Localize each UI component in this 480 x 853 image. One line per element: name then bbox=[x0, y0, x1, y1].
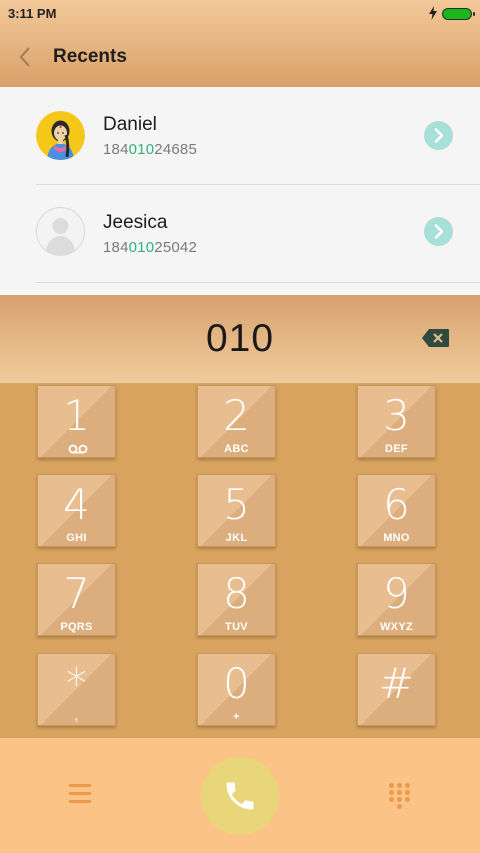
key-digit: 4 bbox=[63, 480, 90, 529]
key-8[interactable]: 8 TUV bbox=[197, 563, 276, 636]
key-letters: + bbox=[233, 711, 240, 723]
key-letters: DEF bbox=[385, 443, 408, 455]
key-letters: , bbox=[74, 711, 79, 723]
key-0[interactable]: 0 + bbox=[197, 653, 276, 726]
key-digit: 3 bbox=[383, 391, 410, 440]
key-5[interactable]: 5 JKL bbox=[197, 474, 276, 547]
keypad: 1 2 ABC 3 DEF 4 GHI 5 JKL 6 MNO 7 PQRS 8… bbox=[0, 383, 480, 738]
chevron-left-icon bbox=[19, 47, 30, 67]
back-button[interactable] bbox=[14, 44, 38, 70]
number-match: 010 bbox=[128, 239, 155, 256]
key-letters: JKL bbox=[225, 532, 248, 544]
contact-number: 18401025042 bbox=[103, 239, 197, 256]
backspace-button[interactable] bbox=[421, 328, 450, 348]
dialed-number[interactable]: 010 bbox=[0, 317, 480, 361]
key-letters: WXYZ bbox=[380, 621, 413, 633]
page-title: Recents bbox=[53, 46, 127, 67]
status-bar: 3:11 PM bbox=[0, 0, 480, 28]
avatar bbox=[36, 207, 85, 256]
key-digit: # bbox=[378, 659, 415, 708]
key-4[interactable]: 4 GHI bbox=[37, 474, 116, 547]
key-7[interactable]: 7 PQRS bbox=[37, 563, 116, 636]
chevron-right-icon bbox=[434, 128, 444, 143]
illustrated-woman-avatar bbox=[36, 111, 85, 160]
key-3[interactable]: 3 DEF bbox=[357, 385, 436, 458]
voicemail-icon bbox=[68, 444, 88, 454]
avatar bbox=[36, 111, 85, 160]
key-letters: GHI bbox=[66, 532, 87, 544]
chevron-right-icon bbox=[434, 224, 444, 239]
menu-button[interactable] bbox=[69, 784, 91, 804]
contact-name: Daniel bbox=[103, 114, 157, 135]
key-digit: * bbox=[66, 659, 87, 708]
key-star[interactable]: * , bbox=[37, 653, 116, 726]
bottom-bar bbox=[0, 738, 480, 853]
number-suffix: 25042 bbox=[154, 239, 197, 256]
key-letters: ABC bbox=[224, 443, 249, 455]
key-2[interactable]: 2 ABC bbox=[197, 385, 276, 458]
menu-icon bbox=[69, 784, 91, 787]
recents-list: Daniel 18401024685 Jeesica 18401025042 bbox=[0, 87, 480, 295]
default-person-avatar bbox=[36, 207, 85, 256]
key-digit: 8 bbox=[223, 569, 250, 618]
key-hash[interactable]: # bbox=[357, 653, 436, 726]
backspace-icon bbox=[422, 329, 449, 347]
key-letters: TUV bbox=[225, 621, 248, 633]
key-digit: 9 bbox=[383, 569, 410, 618]
charging-icon bbox=[429, 6, 437, 20]
contact-number: 18401024685 bbox=[103, 141, 197, 158]
dialpad-toggle-button[interactable] bbox=[388, 783, 412, 809]
details-button[interactable] bbox=[424, 121, 453, 150]
key-letters: MNO bbox=[383, 532, 410, 544]
number-prefix: 184 bbox=[103, 141, 129, 158]
dial-input-area: 010 bbox=[0, 295, 480, 383]
divider bbox=[36, 282, 480, 283]
key-digit: 5 bbox=[223, 480, 250, 529]
details-button[interactable] bbox=[424, 217, 453, 246]
key-digit: 1 bbox=[63, 391, 90, 440]
key-9[interactable]: 9 WXYZ bbox=[357, 563, 436, 636]
key-letters: PQRS bbox=[60, 621, 93, 633]
key-1[interactable]: 1 bbox=[37, 385, 116, 458]
call-button[interactable] bbox=[201, 757, 279, 835]
key-digit: 7 bbox=[63, 569, 90, 618]
status-time: 3:11 PM bbox=[8, 6, 57, 21]
key-digit: 2 bbox=[223, 391, 250, 440]
key-digit: 0 bbox=[223, 659, 250, 708]
number-suffix: 24685 bbox=[154, 141, 197, 158]
battery-icon bbox=[442, 8, 475, 20]
contact-name: Jeesica bbox=[103, 212, 168, 233]
key-6[interactable]: 6 MNO bbox=[357, 474, 436, 547]
top-header: 3:11 PM Recents bbox=[0, 0, 480, 87]
number-match: 010 bbox=[128, 141, 155, 158]
phone-icon bbox=[226, 782, 254, 810]
key-digit: 6 bbox=[383, 480, 410, 529]
number-prefix: 184 bbox=[103, 239, 129, 256]
list-item[interactable]: Daniel 18401024685 bbox=[0, 87, 480, 185]
list-item[interactable]: Jeesica 18401025042 bbox=[0, 185, 480, 283]
